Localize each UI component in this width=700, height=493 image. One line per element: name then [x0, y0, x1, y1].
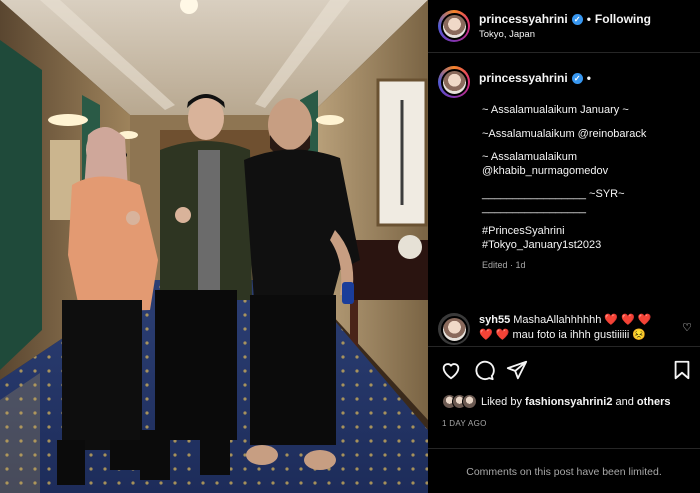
post-sidebar: princessyahrini ✓ • Following Tokyo, Jap…	[428, 0, 700, 493]
likes-prefix: Liked by	[481, 395, 526, 408]
caption-line: _________________ ~SYR~	[482, 188, 625, 200]
liker-username[interactable]: fashionsyahrini2	[525, 396, 612, 408]
caption-author-avatar[interactable]	[438, 66, 470, 98]
heart-outline-icon[interactable]	[440, 359, 462, 381]
bookmark-icon[interactable]	[671, 359, 693, 381]
caption-line: ~ Assalamualaikum	[482, 151, 578, 163]
likes-summary: Liked by fashionsyahrini2 and others	[442, 394, 671, 409]
separator-dot: •	[586, 12, 591, 26]
caption-line: @khabib_nurmagomedov	[482, 164, 609, 177]
post-photo[interactable]	[0, 0, 428, 493]
separator-dot: •	[586, 71, 591, 85]
edited-timestamp: Edited · 1d	[482, 260, 526, 270]
paper-plane-icon[interactable]	[506, 359, 528, 381]
comment-text: MashaAllahhhhhh ❤️ ❤️ ❤️	[513, 314, 652, 326]
caption-username[interactable]: princessyahrini	[479, 71, 568, 85]
post-header: princessyahrini ✓ • Following Tokyo, Jap…	[428, 0, 700, 53]
comments-limited-notice: Comments on this post have been limited.	[428, 448, 700, 493]
caption-line: ~ Assalamualaikum January ~	[482, 104, 629, 116]
heart-outline-icon[interactable]: ♡	[682, 321, 692, 334]
verified-badge-icon: ✓	[571, 13, 583, 25]
author-username[interactable]: princessyahrini	[479, 12, 568, 26]
caption: princessyahrini ✓ • ~ Assalamualaikum Ja…	[438, 66, 693, 270]
caption-line: _________________	[482, 201, 587, 214]
caption-hashtag[interactable]: #Tokyo_January1st2023	[482, 239, 693, 253]
liker-avatar	[462, 394, 477, 409]
post-date[interactable]: 1 DAY AGO	[442, 419, 487, 428]
caption-text: ~ Assalamualaikum January ~ ~Assalamuala…	[482, 94, 693, 252]
commenter-username[interactable]: syh55	[479, 314, 510, 326]
author-avatar[interactable]	[438, 10, 470, 42]
likes-conjunction: and	[612, 395, 637, 408]
comment-text-cont: ❤️ ❤️ mau foto ia ihhh gustiiiiii 😣	[479, 329, 647, 341]
commenter-avatar[interactable]	[438, 313, 470, 345]
comment-bubble-icon[interactable]	[473, 359, 495, 381]
verified-badge-icon: ✓	[571, 72, 583, 84]
hotel-corridor-photo	[0, 0, 428, 493]
caption-line: ~Assalamualaikum @reinobarack	[482, 127, 647, 140]
location-link[interactable]: Tokyo, Japan	[479, 29, 651, 40]
comment-item: syh55 MashaAllahhhhhh ❤️ ❤️ ❤️ ❤️ ❤️ mau…	[438, 313, 696, 345]
following-button[interactable]: Following	[595, 12, 651, 26]
likes-others-link[interactable]: others	[637, 396, 671, 408]
action-bar	[428, 346, 700, 392]
caption-hashtag[interactable]: #PrincesSyahrini	[482, 225, 693, 239]
